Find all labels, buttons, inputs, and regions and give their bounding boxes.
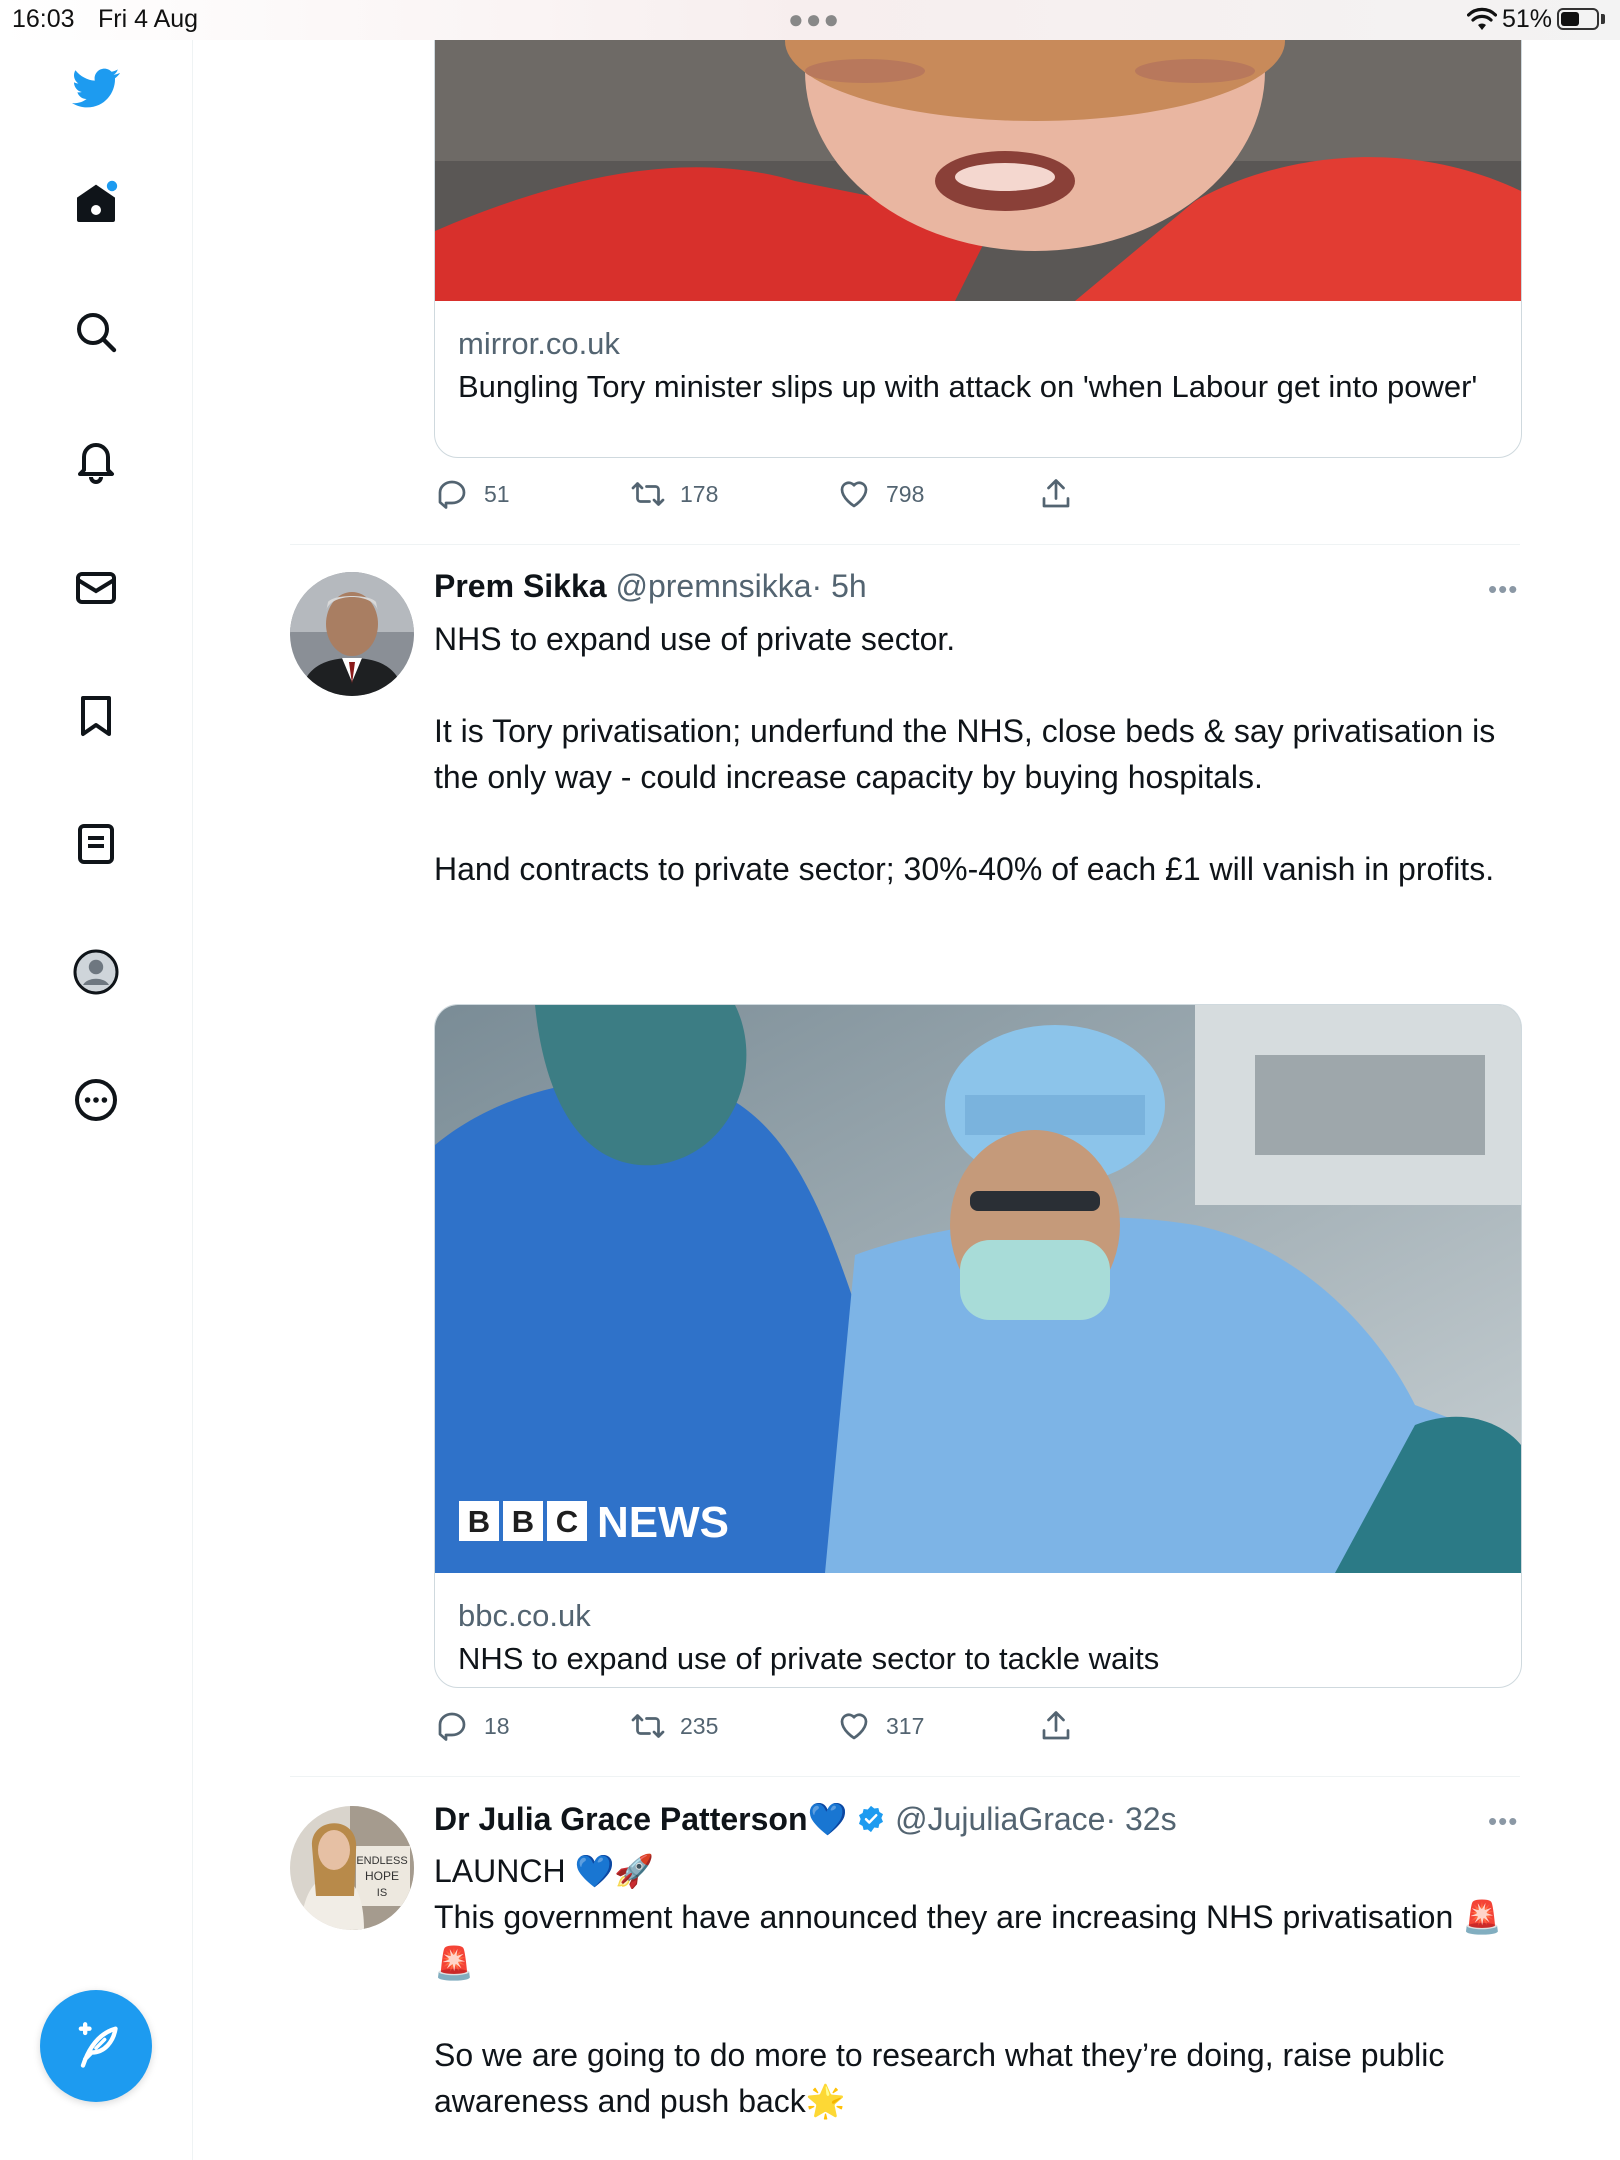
tweet-paragraph: NHS to expand use of private sector. <box>434 621 956 657</box>
feather-plus-icon <box>78 2022 118 2068</box>
battery-icon <box>1557 8 1599 30</box>
bbc-block-b1: B <box>468 1504 490 1539</box>
wifi-icon <box>1467 7 1497 30</box>
bbc-news-logo-text: NEWS <box>597 1498 729 1547</box>
reply-button[interactable]: 51 <box>434 474 510 514</box>
more-circle-icon[interactable] <box>68 1072 124 1128</box>
reply-count: 51 <box>484 480 510 507</box>
heart-icon <box>840 481 868 508</box>
more-options-icon[interactable]: ••• <box>1488 1806 1518 1837</box>
tweet-actions: 51 178 798 <box>434 474 1134 514</box>
reply-button[interactable]: 18 <box>434 1706 510 1746</box>
compose-tweet-button[interactable] <box>40 1990 152 2102</box>
battery-tip <box>1601 14 1605 24</box>
multitasking-dots-icon[interactable]: ●●● <box>788 4 841 35</box>
bbc-block-c: C <box>556 1504 578 1539</box>
status-bar: 16:03 Fri 4 Aug ●●● 51% <box>0 0 1620 40</box>
card-title: NHS to expand use of private sector to t… <box>458 1641 1160 1676</box>
avatar[interactable]: ENDLESS HOPE IS <box>290 1806 414 1930</box>
retweet-count: 235 <box>680 1712 719 1739</box>
retweet-button[interactable]: 178 <box>630 474 718 514</box>
card-domain: mirror.co.uk <box>458 326 620 361</box>
list-icon[interactable] <box>68 816 124 872</box>
tweet-divider <box>290 1776 1520 1777</box>
like-count: 798 <box>886 480 925 507</box>
blue-heart-emoji: 💙 <box>807 1801 848 1837</box>
svg-text:IS: IS <box>377 1887 387 1899</box>
share-icon <box>1042 1711 1070 1740</box>
svg-text:HOPE: HOPE <box>365 1869 399 1883</box>
bell-icon[interactable] <box>68 432 124 488</box>
article-image: B B C NEWS <box>435 1005 1521 1573</box>
share-icon <box>1042 479 1070 508</box>
twitter-bird-icon[interactable] <box>68 60 124 116</box>
like-button[interactable]: 317 <box>836 1706 924 1746</box>
tweet-paragraph: It is Tory privatisation; underfund the … <box>434 713 1496 795</box>
share-button[interactable] <box>1038 1706 1088 1746</box>
battery-percent: 51% <box>1502 5 1553 33</box>
share-button[interactable] <box>1038 474 1088 514</box>
retweet-count: 178 <box>680 480 719 507</box>
tweet-paragraph: Hand contracts to private sector; 30%-40… <box>434 851 1495 887</box>
link-card[interactable]: mirror.co.uk Bungling Tory minister slip… <box>434 0 1522 458</box>
like-count: 317 <box>886 1712 925 1739</box>
sidebar <box>0 0 193 2160</box>
mail-icon[interactable] <box>68 560 124 616</box>
retweet-button[interactable]: 235 <box>630 1706 718 1746</box>
author-handle[interactable]: @JujuliaGrace <box>895 1801 1105 1837</box>
bbc-block-b2: B <box>512 1504 534 1539</box>
retweet-icon <box>631 482 665 506</box>
link-card[interactable]: B B C NEWS bbc.co.uk NHS to expand use o… <box>434 1004 1522 1688</box>
tweet-actions: 18 235 317 <box>434 1706 1134 1746</box>
retweet-icon <box>631 1714 665 1738</box>
profile-icon[interactable] <box>68 944 124 1000</box>
heart-icon <box>840 1713 868 1740</box>
avatar[interactable] <box>290 572 414 696</box>
article-image <box>435 0 1521 301</box>
reply-count: 18 <box>484 1712 510 1739</box>
more-options-icon[interactable]: ••• <box>1488 574 1518 605</box>
tweet-divider <box>290 544 1520 545</box>
author-handle[interactable]: @premnsikka <box>615 568 811 604</box>
bookmark-icon[interactable] <box>68 688 124 744</box>
svg-text:ENDLESS: ENDLESS <box>356 1855 407 1867</box>
tweet-time[interactable]: · 32s <box>1105 1801 1176 1837</box>
verified-badge-icon <box>859 1805 884 1833</box>
tweet-header: Dr Julia Grace Patterson💙 @JujuliaGrace·… <box>434 1800 1177 1838</box>
tweet-time[interactable]: · 5h <box>812 568 867 604</box>
tweet-paragraph: This government have announced they are … <box>434 1899 1502 1981</box>
home-icon[interactable] <box>68 175 124 231</box>
card-domain: bbc.co.uk <box>458 1598 591 1633</box>
like-button[interactable]: 798 <box>836 474 924 514</box>
reply-icon <box>438 480 466 509</box>
card-title: Bungling Tory minister slips up with att… <box>458 369 1478 404</box>
status-date: Fri 4 Aug <box>98 5 199 33</box>
status-time: 16:03 <box>12 5 75 33</box>
search-icon[interactable] <box>68 304 124 360</box>
tweet-paragraph: LAUNCH 💙🚀 <box>434 1853 655 1889</box>
author-name[interactable]: Prem Sikka <box>434 568 607 604</box>
tweet-text: LAUNCH 💙🚀 This government have announced… <box>434 1848 1524 2124</box>
tweet-paragraph: So we are going to do more to research w… <box>434 2037 1445 2119</box>
tweet-text: NHS to expand use of private sector. It … <box>434 616 1524 892</box>
tweet-header: Prem Sikka @premnsikka· 5h <box>434 568 867 605</box>
reply-icon <box>438 1712 466 1741</box>
author-name[interactable]: Dr Julia Grace Patterson <box>434 1801 807 1837</box>
